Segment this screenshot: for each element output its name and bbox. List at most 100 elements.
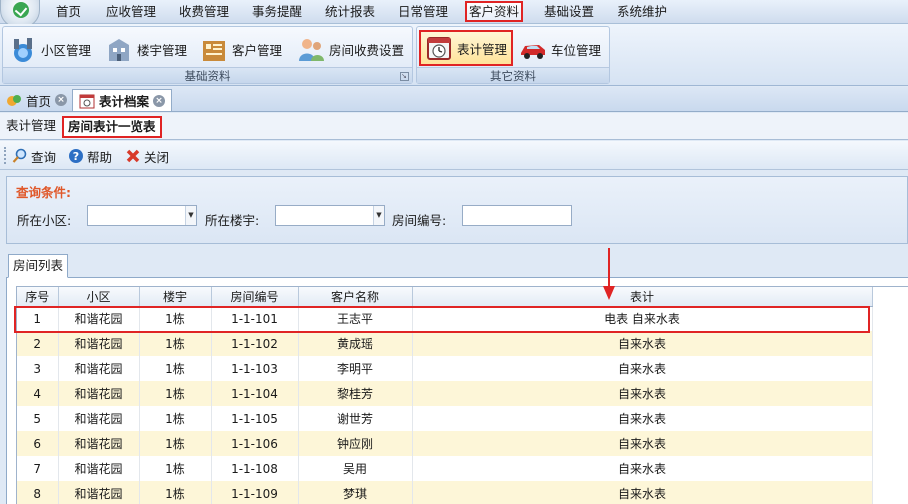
svg-text:?: ? <box>73 150 79 163</box>
table-cell[interactable]: 7 <box>17 456 59 481</box>
table-cell[interactable]: 黄成瑶 <box>298 331 413 356</box>
table-cell[interactable]: 和谐花园 <box>58 331 140 356</box>
table-row[interactable]: 4 和谐花园 1栋 1-1-104 黎桂芳 自来水表 <box>17 381 873 406</box>
table-cell[interactable]: 和谐花园 <box>58 481 140 504</box>
table-cell[interactable]: 吴用 <box>298 456 413 481</box>
table-cell[interactable]: 1栋 <box>139 431 212 456</box>
table-cell[interactable]: 1 <box>17 306 59 331</box>
close-icon[interactable]: × <box>153 94 166 107</box>
table-cell[interactable]: 1栋 <box>139 306 212 331</box>
room-number-input[interactable] <box>462 205 572 226</box>
room-fee-settings-button[interactable]: 房间收费设置 <box>293 33 408 65</box>
community-management-button[interactable]: 小区管理 <box>5 33 95 65</box>
table-cell[interactable]: 1栋 <box>139 356 212 381</box>
menu-system-maintenance[interactable]: 系统维护 <box>613 3 671 21</box>
menu-charges[interactable]: 收费管理 <box>175 3 233 21</box>
table-cell[interactable]: 1-1-104 <box>211 381 299 406</box>
table-row[interactable]: 5 和谐花园 1栋 1-1-105 谢世芳 自来水表 <box>17 406 873 431</box>
table-cell[interactable]: 1栋 <box>139 406 212 431</box>
table-cell[interactable]: 和谐花园 <box>58 381 140 406</box>
community-select[interactable]: ▼ <box>87 205 197 226</box>
table-cell[interactable]: 1-1-102 <box>211 331 299 356</box>
parking-management-button[interactable]: 车位管理 <box>515 33 605 65</box>
column-header[interactable]: 序号 <box>17 287 59 307</box>
table-cell[interactable]: 自来水表 <box>412 331 873 356</box>
table-cell[interactable]: 8 <box>17 481 59 504</box>
column-header[interactable]: 表计 <box>412 287 873 307</box>
customer-management-button[interactable]: 客户管理 <box>196 33 286 65</box>
table-cell[interactable]: 和谐花园 <box>58 456 140 481</box>
menu-basic-settings[interactable]: 基础设置 <box>540 3 598 21</box>
table-cell[interactable]: 电表 自来水表 <box>412 306 873 331</box>
grid-container: 序号 小区 楼宇 房间编号 客户名称 表计 1 和谐花园 1栋 1-1-101 王志平 电表 自来水… <box>6 278 908 504</box>
table-cell[interactable]: 黎桂芳 <box>298 381 413 406</box>
menu-receivables[interactable]: 应收管理 <box>102 3 160 21</box>
query-button[interactable]: 查询 <box>12 146 56 166</box>
table-row[interactable]: 3 和谐花园 1栋 1-1-103 李明平 自来水表 <box>17 356 873 381</box>
table-cell[interactable]: 钟应刚 <box>298 431 413 456</box>
meter-management-button[interactable]: 表计管理 <box>419 30 514 66</box>
table-cell[interactable]: 1栋 <box>139 456 212 481</box>
menu-customer-data[interactable]: 客户资料 <box>465 1 524 22</box>
table-cell[interactable]: 和谐花园 <box>58 356 140 381</box>
menu-bar: 首页 应收管理 收费管理 事务提醒 统计报表 日常管理 客户资料 基础设置 系统… <box>0 0 908 28</box>
table-cell[interactable]: 6 <box>17 431 59 456</box>
table-cell[interactable]: 梦琪 <box>298 481 413 504</box>
table-cell[interactable]: 1-1-109 <box>211 481 299 504</box>
column-header[interactable]: 房间编号 <box>211 287 299 307</box>
table-cell[interactable]: 1-1-106 <box>211 431 299 456</box>
table-cell[interactable]: 和谐花园 <box>58 406 140 431</box>
building-select[interactable]: ▼ <box>275 205 385 226</box>
doc-tab-meter-archive[interactable]: 表计档案 × <box>72 89 173 111</box>
table-row[interactable]: 2 和谐花园 1栋 1-1-102 黄成瑶 自来水表 <box>17 331 873 356</box>
table-cell[interactable]: 1-1-101 <box>211 306 299 331</box>
building-label: 所在楼宇: <box>205 213 260 228</box>
table-cell[interactable]: 1栋 <box>139 481 212 504</box>
doc-tab-home[interactable]: 首页 × <box>0 89 73 111</box>
table-cell[interactable]: 4 <box>17 381 59 406</box>
table-cell[interactable]: 和谐花园 <box>58 306 140 331</box>
column-header[interactable]: 楼宇 <box>139 287 212 307</box>
table-cell[interactable]: 李明平 <box>298 356 413 381</box>
help-button[interactable]: ? 帮助 <box>68 146 112 166</box>
table-cell[interactable]: 自来水表 <box>412 381 873 406</box>
building-management-button[interactable]: 楼宇管理 <box>101 33 191 65</box>
menu-reminders[interactable]: 事务提醒 <box>248 3 306 21</box>
table-cell[interactable]: 1栋 <box>139 331 212 356</box>
dialog-launcher-icon[interactable]: ↘ <box>400 72 409 81</box>
menu-daily[interactable]: 日常管理 <box>394 3 452 21</box>
menu-home[interactable]: 首页 <box>52 3 85 21</box>
table-cell[interactable]: 谢世芳 <box>298 406 413 431</box>
table-cell[interactable]: 3 <box>17 356 59 381</box>
table-row[interactable]: 7 和谐花园 1栋 1-1-108 吴用 自来水表 <box>17 456 873 481</box>
table-cell[interactable]: 1-1-108 <box>211 456 299 481</box>
table-cell[interactable]: 1-1-105 <box>211 406 299 431</box>
car-icon <box>521 45 545 59</box>
toolbar-grip[interactable] <box>4 147 7 164</box>
menu-reports[interactable]: 统计报表 <box>321 3 379 21</box>
table-row[interactable]: 6 和谐花园 1栋 1-1-106 钟应刚 自来水表 <box>17 431 873 456</box>
table-cell[interactable]: 自来水表 <box>412 456 873 481</box>
close-icon[interactable]: × <box>55 94 68 106</box>
chevron-down-icon[interactable]: ▼ <box>373 206 384 225</box>
sub-tab-room-meter-list[interactable]: 房间表计一览表 <box>62 116 162 138</box>
table-cell[interactable]: 和谐花园 <box>58 431 140 456</box>
room-list-tab[interactable]: 房间列表 <box>8 254 69 278</box>
table-row[interactable]: 1 和谐花园 1栋 1-1-101 王志平 电表 自来水表 <box>17 306 873 331</box>
table-cell[interactable]: 王志平 <box>298 306 413 331</box>
table-cell[interactable]: 5 <box>17 406 59 431</box>
table-cell[interactable]: 自来水表 <box>412 431 873 456</box>
table-cell[interactable]: 1栋 <box>139 381 212 406</box>
sub-tab-meter-management[interactable]: 表计管理 <box>2 116 60 138</box>
table-row[interactable]: 8 和谐花园 1栋 1-1-109 梦琪 自来水表 <box>17 481 873 504</box>
table-cell[interactable]: 自来水表 <box>412 356 873 381</box>
ribbon-group-other-label: 其它资料 <box>417 67 609 83</box>
table-cell[interactable]: 自来水表 <box>412 481 873 504</box>
table-cell[interactable]: 2 <box>17 331 59 356</box>
close-button[interactable]: 关闭 <box>125 146 169 166</box>
column-header[interactable]: 客户名称 <box>298 287 413 307</box>
table-cell[interactable]: 1-1-103 <box>211 356 299 381</box>
table-cell[interactable]: 自来水表 <box>412 406 873 431</box>
chevron-down-icon[interactable]: ▼ <box>185 206 196 225</box>
column-header[interactable]: 小区 <box>58 287 140 307</box>
